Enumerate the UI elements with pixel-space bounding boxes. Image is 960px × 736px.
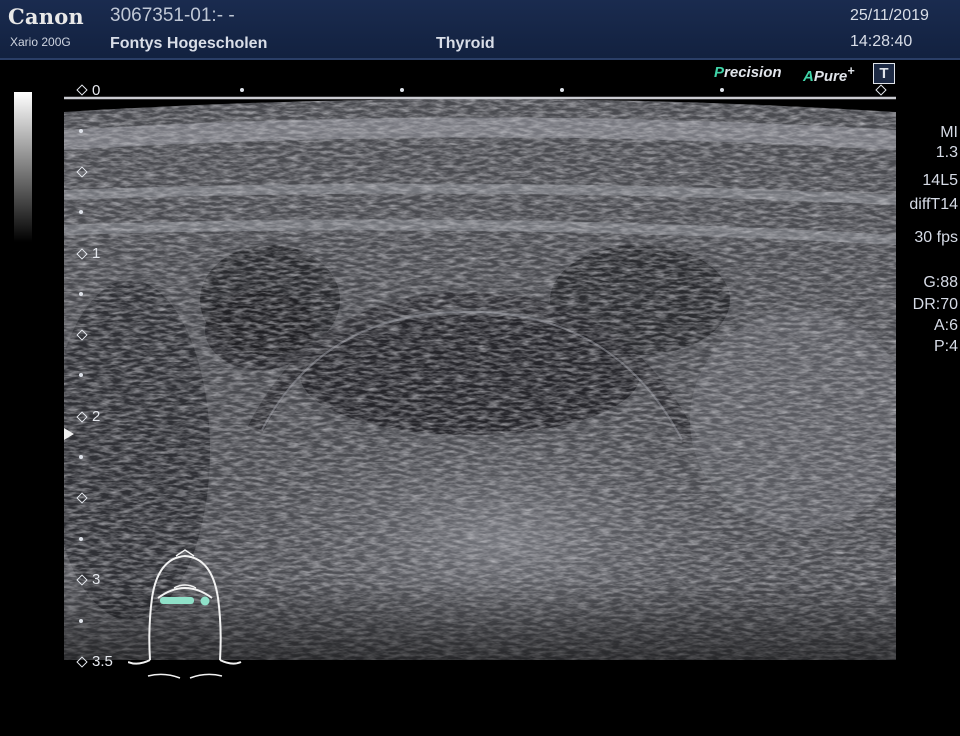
depth-label-3: 3 — [92, 571, 101, 588]
depth-label-1: 1 — [92, 245, 101, 262]
apure-logo: APure+ — [803, 64, 855, 85]
param-mode: diffT14 — [909, 196, 958, 213]
lateral-tick — [720, 88, 724, 92]
lateral-tick — [240, 88, 244, 92]
depth-label-3-5: 3.5 — [92, 653, 113, 670]
focus-marker-icon[interactable] — [64, 428, 74, 440]
depth-tick-minor — [79, 455, 83, 459]
depth-tick-minor — [79, 210, 83, 214]
param-mi-value: 1.3 — [935, 144, 958, 161]
param-a: A:6 — [933, 317, 958, 334]
depth-label-2: 2 — [92, 408, 101, 425]
depth-tick-minor — [79, 619, 83, 623]
depth-label-0: 0 — [92, 82, 101, 99]
param-mi-label: MI — [940, 124, 958, 141]
depth-tick-minor — [79, 537, 83, 541]
lateral-tick — [560, 88, 564, 92]
transducer-badge: T — [873, 63, 895, 84]
neck-bodymark-icon — [128, 549, 242, 679]
param-framerate: 30 fps — [914, 229, 958, 246]
greyscale-bar — [14, 92, 32, 242]
param-probe: 14L5 — [922, 172, 958, 189]
depth-tick-minor — [79, 373, 83, 377]
depth-tick-minor — [79, 292, 83, 296]
param-dynamic-range: DR:70 — [912, 296, 958, 313]
precision-logo: Precision — [714, 64, 782, 81]
param-gain: G:88 — [923, 274, 958, 291]
depth-tick-minor — [79, 129, 83, 133]
param-p: P:4 — [933, 338, 958, 355]
lateral-tick — [400, 88, 404, 92]
